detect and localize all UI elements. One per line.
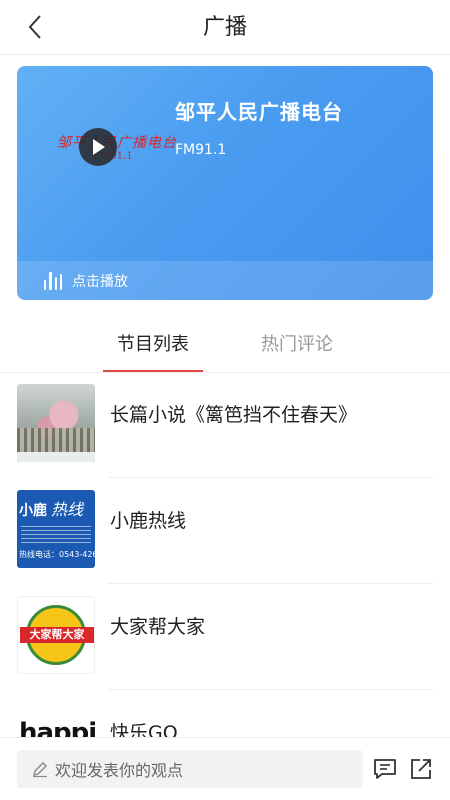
list-item[interactable]: 大家帮大家 大家帮大家 <box>0 584 450 690</box>
tab-label: 热门评论 <box>261 334 333 355</box>
pencil-icon <box>33 762 47 778</box>
program-title: 长篇小说《篱笆挡不住春天》 <box>110 404 358 426</box>
share-icon <box>411 759 431 779</box>
audio-bars-icon <box>44 271 62 290</box>
program-thumbnail: 小鹿 热线 热线电话：0543-4266191 <box>17 490 95 568</box>
station-frequency: FM91.1 <box>175 142 227 158</box>
tab-label: 节目列表 <box>117 334 189 355</box>
program-thumbnail <box>17 384 95 462</box>
comment-input[interactable]: 欢迎发表你的观点 <box>17 750 363 788</box>
program-thumbnail: 大家帮大家 <box>17 596 95 674</box>
share-button[interactable] <box>408 756 434 782</box>
top-bar: 广播 <box>0 0 450 55</box>
comments-button[interactable] <box>372 756 398 782</box>
bottom-bar: 欢迎发表你的观点 <box>0 737 450 800</box>
tab-program-list[interactable]: 节目列表 <box>103 330 203 372</box>
tab-hot-comments[interactable]: 热门评论 <box>247 330 347 372</box>
play-icon <box>93 139 105 155</box>
program-title: 小鹿热线 <box>110 510 187 532</box>
radio-player-card: 邹平人民广播电台 FM91.1 邹平人民广播电台 FM91.1 点击播放 <box>17 66 433 300</box>
list-item[interactable]: 小鹿 热线 热线电话：0543-4266191 小鹿热线 <box>0 478 450 584</box>
tab-bar: 节目列表 热门评论 <box>0 318 450 373</box>
play-label: 点击播放 <box>72 273 128 290</box>
play-bar[interactable]: 点击播放 <box>17 261 433 300</box>
comment-placeholder: 欢迎发表你的观点 <box>55 761 184 780</box>
play-button[interactable] <box>79 128 117 166</box>
program-title: 大家帮大家 <box>110 616 206 638</box>
station-name: 邹平人民广播电台 <box>175 100 343 124</box>
page-title: 广播 <box>202 15 247 40</box>
list-item[interactable]: 长篇小说《篱笆挡不住春天》 <box>0 372 450 478</box>
comment-icon <box>374 759 396 779</box>
